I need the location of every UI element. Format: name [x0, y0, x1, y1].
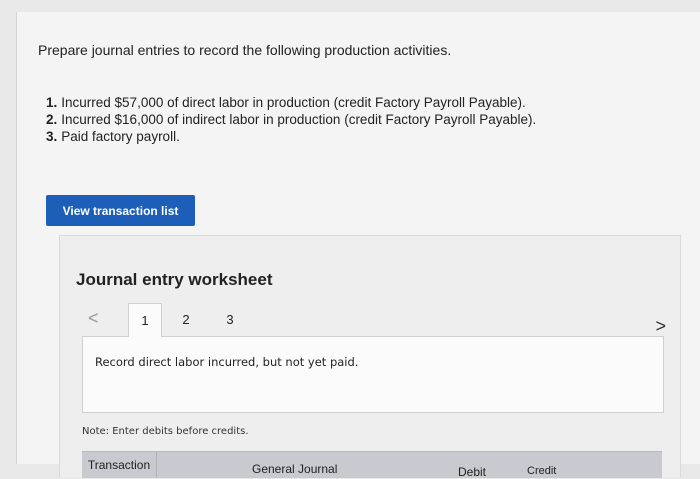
column-debit: Debit	[458, 465, 487, 479]
worksheet-title: Journal entry worksheet	[76, 270, 273, 289]
problem-page: Prepare journal entries to record the fo…	[16, 12, 700, 479]
view-transaction-list-button[interactable]: View transaction list	[46, 195, 195, 226]
column-general-journal: General Journal	[252, 462, 338, 476]
activity-text: Paid factory payroll.	[61, 129, 180, 144]
activity-number: 2.	[46, 112, 58, 127]
tab-entry-3[interactable]: 3	[214, 303, 246, 336]
activity-text: Incurred $57,000 of direct labor in prod…	[61, 95, 526, 110]
journal-entry-worksheet: Journal entry worksheet < 1 2 3 > Record…	[59, 235, 681, 479]
entry-instruction: Record direct labor incurred, but not ye…	[95, 355, 359, 369]
tab-entry-1[interactable]: 1	[128, 303, 162, 337]
entry-note: Note: Enter debits before credits.	[82, 426, 249, 437]
chevron-left-icon[interactable]: <	[88, 308, 99, 329]
activity-number: 1.	[46, 95, 58, 110]
activity-list: 1. Incurred $57,000 of direct labor in pr…	[46, 94, 536, 145]
problem-prompt: Prepare journal entries to record the fo…	[38, 42, 452, 58]
entry-instruction-box: Record direct labor incurred, but not ye…	[82, 336, 664, 413]
journal-table-header: Transaction General Journal Debit Credit	[82, 451, 662, 479]
activity-text: Incurred $16,000 of indirect labor in pr…	[61, 112, 537, 127]
activity-item: 2. Incurred $16,000 of indirect labor in …	[46, 111, 536, 128]
column-transaction: Transaction	[82, 452, 157, 478]
activity-item: 3. Paid factory payroll.	[46, 128, 536, 145]
column-credit: Credit	[527, 465, 557, 477]
chevron-right-icon[interactable]: >	[655, 316, 666, 337]
activity-item: 1. Incurred $57,000 of direct labor in pr…	[46, 94, 536, 111]
tab-entry-2[interactable]: 2	[170, 303, 202, 336]
activity-number: 3.	[46, 129, 58, 144]
